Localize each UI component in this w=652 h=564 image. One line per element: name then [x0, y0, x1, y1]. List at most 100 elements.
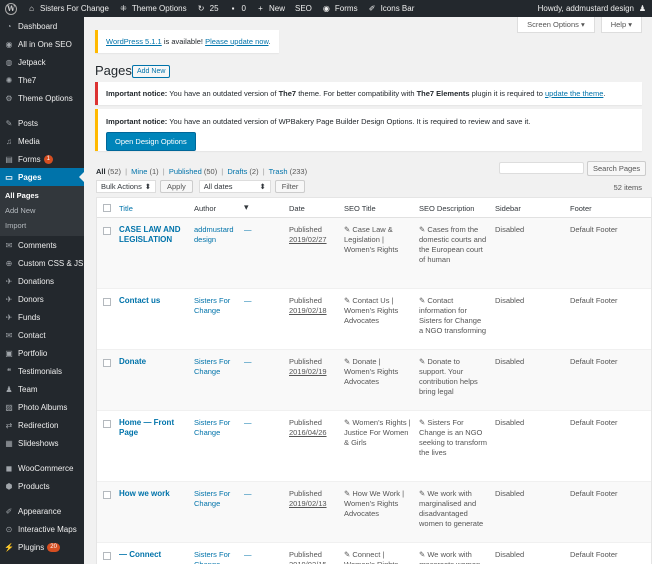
comments-column-icon[interactable]: ▾	[244, 202, 249, 213]
sidebar-item-media[interactable]: ♫ Media	[0, 132, 84, 150]
sidebar-item-contact[interactable]: ✉ Contact	[0, 326, 84, 344]
row-checkbox[interactable]	[103, 359, 111, 367]
sidebar-item-appearance[interactable]: ✐ Appearance	[0, 502, 84, 520]
filter-drafts[interactable]: Drafts	[227, 167, 247, 176]
screen-options-button[interactable]: Screen Options ▾	[517, 17, 595, 33]
sidebar-item-plugins[interactable]: ⚡ Plugins 20	[0, 538, 84, 556]
filter-trash[interactable]: Trash	[269, 167, 288, 176]
row-author-link[interactable]: addmustard design	[194, 225, 242, 245]
row-checkbox[interactable]	[103, 227, 111, 235]
update-now-link[interactable]: Please update now	[205, 37, 268, 46]
sidebar-item-team[interactable]: ♟ Team	[0, 380, 84, 398]
column-title[interactable]: Title	[119, 204, 133, 213]
main-content: Screen Options ▾ Help ▾ WordPress 5.1.1 …	[84, 17, 652, 564]
count-badge: 1	[43, 154, 54, 164]
forms-link[interactable]: ◉ Forms	[317, 0, 363, 17]
column-date[interactable]: Date	[289, 204, 305, 213]
row-title-link[interactable]: Contact us	[119, 296, 189, 306]
new-content-link[interactable]: + New	[251, 0, 290, 17]
sidebar-item-label: Donations	[18, 276, 55, 286]
count-badge: 20	[47, 542, 60, 552]
row-checkbox[interactable]	[103, 491, 111, 499]
sidebar-item-donors[interactable]: ✈ Donors	[0, 290, 84, 308]
submenu-item[interactable]: All Pages	[0, 188, 84, 203]
sidebar-item-theme-options[interactable]: ⚙ Theme Options	[0, 89, 84, 107]
site-name-link[interactable]: ⌂ Sisters For Change	[22, 0, 114, 17]
submenu-item[interactable]: Import	[0, 218, 84, 233]
theme-options-link[interactable]: ⁜ Theme Options	[114, 0, 192, 17]
row-title-link[interactable]: How we work	[119, 489, 189, 499]
row-title-link[interactable]: Donate	[119, 357, 189, 367]
row-title-link[interactable]: — Connect	[119, 550, 189, 560]
row-footer: Default Footer	[570, 550, 618, 559]
updates-link[interactable]: ↻ 25	[192, 0, 224, 17]
sidebar-item-custom-css[interactable]: ⊕ Custom CSS & JS	[0, 254, 84, 272]
add-new-button[interactable]: Add New	[132, 65, 171, 78]
sidebar-item-redirection[interactable]: ⇄ Redirection	[0, 416, 84, 434]
sidebar-item-testimonials[interactable]: ❝ Testimonials	[0, 362, 84, 380]
row-title-link[interactable]: CASE LAW AND LEGISLATION	[119, 225, 189, 245]
filter-all[interactable]: All	[96, 167, 106, 176]
table-row: Home — Front Page Sisters For Change — ✎ Wo…	[97, 411, 651, 482]
my-account-link[interactable]: Howdy, addmustard design ♟	[533, 0, 652, 17]
row-footer: Default Footer	[570, 225, 618, 234]
row-seo-description[interactable]: ✎ Sisters For Change is an NGO seeking t…	[419, 418, 487, 458]
sidebar-item-products[interactable]: ⬢ Products	[0, 477, 84, 495]
open-design-options-button[interactable]: Open Design Options	[106, 132, 196, 151]
select-all-checkbox[interactable]	[103, 204, 111, 212]
search-pages-button[interactable]: Search Pages	[587, 161, 647, 176]
row-checkbox[interactable]	[103, 420, 111, 428]
seo-link[interactable]: SEO	[290, 0, 317, 17]
menu-separator	[0, 452, 84, 459]
sidebar-item-woocommerce[interactable]: ◼ WooCommerce	[0, 459, 84, 477]
bulk-actions-select[interactable]: Bulk Actions ⬍	[96, 180, 156, 193]
row-seo-title[interactable]: ✎ How We Work | Women's Rights Advocates	[344, 489, 412, 519]
sidebar-item-slideshows[interactable]: ▦ Slideshows	[0, 434, 84, 452]
filter-mine[interactable]: Mine	[131, 167, 147, 176]
row-checkbox[interactable]	[103, 552, 111, 560]
filter-button[interactable]: Filter	[274, 180, 306, 193]
row-seo-description[interactable]: ✎ Donate to support. Your contribution h…	[419, 357, 487, 397]
row-seo-title[interactable]: ✎ Women's Rights | Justice For Women & G…	[344, 418, 412, 448]
row-seo-title[interactable]: ✎ Connect | Women's Rights	[344, 550, 412, 564]
row-author-link[interactable]: Sisters For Change	[194, 550, 242, 564]
row-seo-description[interactable]: ✎ We work with marginalised and disadvan…	[419, 489, 487, 529]
row-author-link[interactable]: Sisters For Change	[194, 489, 242, 509]
submenu-item[interactable]: Add New	[0, 203, 84, 218]
row-author-link[interactable]: Sisters For Change	[194, 418, 242, 438]
row-seo-description[interactable]: ✎ Cases from the domestic courts and the…	[419, 225, 487, 265]
chevron-down-icon: ⬍	[259, 182, 266, 191]
apply-button[interactable]: Apply	[160, 180, 193, 193]
row-title-link[interactable]: Home — Front Page	[119, 418, 189, 438]
comments-link[interactable]: ▪ 0	[224, 0, 251, 17]
sidebar-item-pages[interactable]: ▭ Pages	[0, 168, 84, 186]
sidebar-item-donations[interactable]: ✈ Donations	[0, 272, 84, 290]
sidebar-item-maps[interactable]: ⊙ Interactive Maps	[0, 520, 84, 538]
sidebar-item-photo-albums[interactable]: ▨ Photo Albums	[0, 398, 84, 416]
sidebar-item-funds[interactable]: ✈ Funds	[0, 308, 84, 326]
sidebar-item-the7[interactable]: ✺ The7	[0, 71, 84, 89]
row-seo-title[interactable]: ✎ Donate | Women's Rights Advocates	[344, 357, 412, 387]
sidebar-item-portfolio[interactable]: ▣ Portfolio	[0, 344, 84, 362]
sidebar-item-comments[interactable]: ✉ Comments	[0, 236, 84, 254]
row-seo-description[interactable]: ✎ Contact information for Sisters for Ch…	[419, 296, 487, 336]
filter-published[interactable]: Published	[169, 167, 202, 176]
date-filter-select[interactable]: All dates ⬍	[198, 180, 271, 193]
sidebar-item-forms[interactable]: ▤ Forms 1	[0, 150, 84, 168]
row-seo-title[interactable]: ✎ Contact Us | Women's Rights Advocates	[344, 296, 412, 326]
row-checkbox[interactable]	[103, 298, 111, 306]
sidebar-item-dashboard[interactable]: ◔ Dashboard	[0, 17, 84, 35]
row-author-link[interactable]: Sisters For Change	[194, 357, 242, 377]
help-button[interactable]: Help ▾	[600, 17, 642, 33]
row-seo-title[interactable]: ✎ Case Law & Legislation | Women's Right…	[344, 225, 412, 255]
search-input[interactable]	[499, 162, 584, 174]
sidebar-item-pin[interactable]: ✎ Posts	[0, 114, 84, 132]
update-theme-link[interactable]: update the theme	[545, 89, 603, 98]
sidebar-item-jetpack[interactable]: ◍ Jetpack	[0, 53, 84, 71]
row-seo-description[interactable]: ✎ We work with grassroots women	[419, 550, 487, 564]
icons-bar-link[interactable]: ✐ Icons Bar	[363, 0, 420, 17]
sidebar-item-seo[interactable]: ◉ All in One SEO	[0, 35, 84, 53]
wp-logo-menu[interactable]: W	[0, 0, 22, 17]
wordpress-version-link[interactable]: WordPress 5.1.1	[106, 37, 162, 46]
row-author-link[interactable]: Sisters For Change	[194, 296, 242, 316]
